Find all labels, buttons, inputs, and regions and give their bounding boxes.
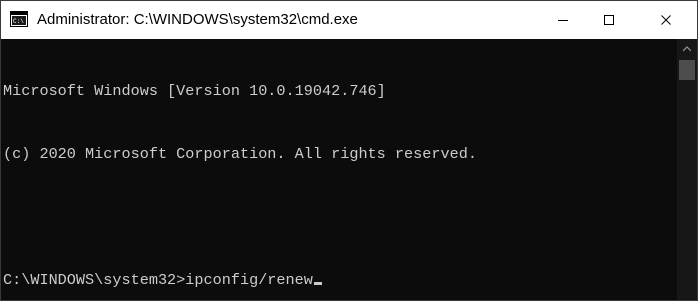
scroll-thumb[interactable] — [679, 60, 695, 80]
window-title: Administrator: C:\WINDOWS\system32\cmd.e… — [37, 11, 358, 28]
vertical-scrollbar[interactable] — [677, 39, 697, 300]
maximize-icon — [604, 15, 614, 25]
maximize-button[interactable] — [586, 1, 632, 39]
chevron-up-icon — [683, 46, 691, 52]
scroll-up-button[interactable] — [677, 39, 697, 59]
cmd-icon: C:\ — [10, 11, 28, 27]
close-button[interactable] — [643, 1, 689, 39]
text-cursor — [313, 282, 322, 285]
console-line: (c) 2020 Microsoft Corporation. All righ… — [3, 145, 477, 163]
title-bar[interactable]: C:\ Administrator: C:\WINDOWS\system32\c… — [1, 1, 697, 39]
svg-text:C:\: C:\ — [13, 18, 24, 25]
minimize-icon — [558, 20, 568, 21]
close-icon — [661, 15, 671, 25]
command-input[interactable]: C:\WINDOWS\system32>ipconfig/renew — [3, 271, 313, 289]
console-output[interactable]: Microsoft Windows [Version 10.0.19042.74… — [1, 39, 677, 300]
console-line: Microsoft Windows [Version 10.0.19042.74… — [3, 82, 386, 100]
command-prompt-line[interactable]: C:\WINDOWS\system32>ipconfig/renew — [3, 270, 677, 291]
cmd-window: C:\ Administrator: C:\WINDOWS\system32\c… — [0, 0, 698, 301]
minimize-button[interactable] — [540, 1, 586, 39]
